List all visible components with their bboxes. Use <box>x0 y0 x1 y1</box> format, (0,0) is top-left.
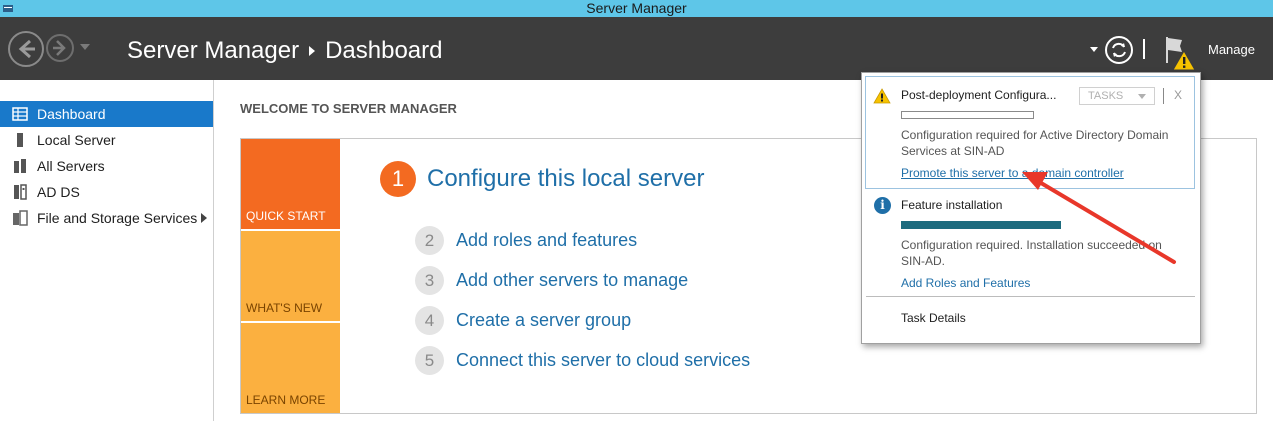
breadcrumb-root[interactable]: Server Manager <box>127 37 299 65</box>
warning-icon <box>873 88 891 104</box>
add-roles-features-link[interactable]: Add Roles and Features <box>901 276 1030 290</box>
step-number-badge: 4 <box>415 306 444 335</box>
sidebar-item-label: File and Storage Services <box>37 210 198 226</box>
app-header: Server Manager Dashboard Manage <box>0 17 1273 80</box>
chevron-down-icon <box>1138 94 1146 99</box>
sidebar-item-label: Dashboard <box>37 106 106 122</box>
notification-divider <box>1163 88 1164 104</box>
history-dropdown-icon[interactable] <box>80 44 90 50</box>
step-link[interactable]: Add roles and features <box>456 230 637 251</box>
popup-separator <box>866 296 1195 297</box>
annotation-arrow-icon <box>1022 172 1176 264</box>
sidebar-item-label: All Servers <box>37 158 105 174</box>
dashboard-grid-icon <box>12 107 28 121</box>
sidebar-item-file-storage[interactable]: File and Storage Services <box>0 205 213 231</box>
forward-arrow-icon <box>53 40 66 56</box>
task-details-link[interactable]: Task Details <box>901 311 966 325</box>
step-connect-cloud[interactable]: 5 Connect this server to cloud services <box>415 346 750 375</box>
breadcrumb-current: Dashboard <box>325 37 443 64</box>
notification-description: Configuration required for Active Direct… <box>901 128 1169 158</box>
sidebar-item-dashboard[interactable]: Dashboard <box>0 101 213 127</box>
sidebar: Dashboard Local Server All Servers AD DS… <box>0 80 214 421</box>
manage-menu[interactable]: Manage <box>1208 42 1255 57</box>
header-divider <box>1143 39 1145 59</box>
header-dropdown-icon[interactable] <box>1090 47 1098 52</box>
sidebar-item-local-server[interactable]: Local Server <box>0 127 213 153</box>
step-configure-local-server[interactable]: 1 Configure this local server <box>380 161 704 197</box>
close-notification-button[interactable]: X <box>1174 88 1182 102</box>
notifications-flag-icon[interactable] <box>1163 35 1197 73</box>
tab-learn-more[interactable]: LEARN MORE <box>241 323 340 413</box>
step-link[interactable]: Connect this server to cloud services <box>456 350 750 371</box>
step-link[interactable]: Create a server group <box>456 310 631 331</box>
server-icon <box>17 133 23 147</box>
notification-title: Feature installation <box>901 198 1003 212</box>
back-arrow-icon <box>18 39 35 59</box>
step-number-badge: 5 <box>415 346 444 375</box>
refresh-icon <box>1112 42 1126 58</box>
step-link[interactable]: Add other servers to manage <box>456 270 688 291</box>
back-button[interactable] <box>8 31 44 67</box>
tasks-dropdown[interactable]: TASKS <box>1079 87 1155 105</box>
step-number-badge: 1 <box>380 161 416 197</box>
tab-quick-start[interactable]: QUICK START <box>241 139 340 229</box>
progress-bar <box>901 111 1034 119</box>
forward-button[interactable] <box>46 34 74 62</box>
breadcrumb: Server Manager Dashboard <box>127 36 443 66</box>
info-icon: i <box>874 197 891 214</box>
step-number-badge: 3 <box>415 266 444 295</box>
tasks-label: TASKS <box>1088 90 1124 102</box>
servers-icon <box>14 159 26 173</box>
breadcrumb-separator-icon <box>309 46 316 56</box>
step-create-group[interactable]: 4 Create a server group <box>415 306 631 335</box>
step-add-servers[interactable]: 3 Add other servers to manage <box>415 266 688 295</box>
ad-ds-icon <box>14 184 27 200</box>
storage-icon <box>13 210 28 226</box>
step-link[interactable]: Configure this local server <box>427 165 704 193</box>
refresh-button[interactable] <box>1105 36 1133 64</box>
step-add-roles[interactable]: 2 Add roles and features <box>415 226 637 255</box>
notification-title: Post-deployment Configura... <box>901 88 1057 102</box>
submenu-chevron-icon[interactable] <box>201 213 207 223</box>
window-title: Server Manager <box>586 0 687 16</box>
sidebar-item-label: Local Server <box>37 132 116 148</box>
window-titlebar: Server Manager <box>0 0 1273 17</box>
page-title: WELCOME TO SERVER MANAGER <box>240 101 457 116</box>
step-number-badge: 2 <box>415 226 444 255</box>
sidebar-item-all-servers[interactable]: All Servers <box>0 153 213 179</box>
sidebar-item-label: AD DS <box>37 184 80 200</box>
tab-whats-new[interactable]: WHAT'S NEW <box>241 231 340 321</box>
sidebar-item-ad-ds[interactable]: AD DS <box>0 179 213 205</box>
